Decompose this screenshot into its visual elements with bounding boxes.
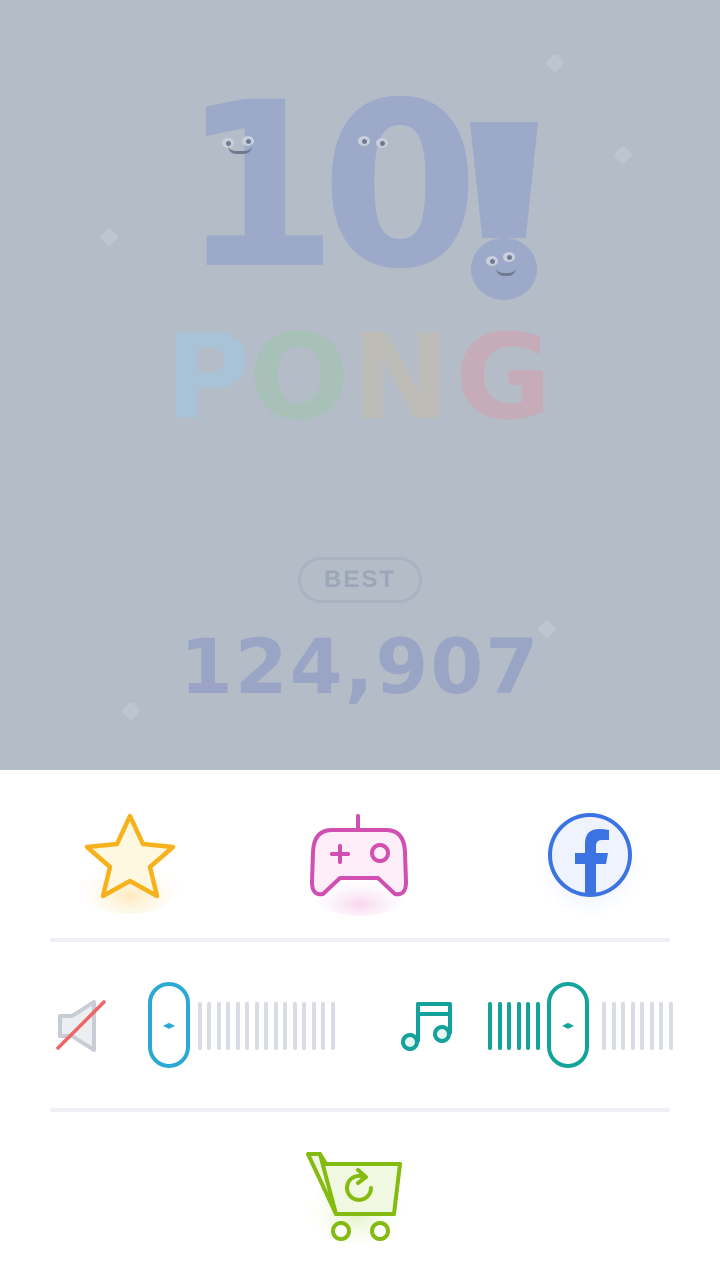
slider-tick — [507, 1002, 511, 1050]
logo-letter: G — [455, 308, 552, 446]
slider-tick — [216, 1002, 221, 1050]
slider-tick — [283, 1002, 287, 1050]
logo-exclamation-bar — [470, 122, 538, 238]
rate-button[interactable] — [72, 806, 188, 922]
slider-tick — [245, 1002, 249, 1050]
slider-tick — [602, 1002, 606, 1050]
slider-tick — [330, 1002, 335, 1050]
slider-tick — [621, 1002, 625, 1050]
slider-tick — [321, 1002, 325, 1050]
star-icon — [80, 813, 180, 914]
slider-tick — [197, 1002, 202, 1050]
slider-tick — [535, 1002, 540, 1050]
slider-tick — [526, 1002, 530, 1050]
restore-purchases-button[interactable] — [300, 1142, 410, 1252]
sound-toggle-button[interactable] — [52, 996, 112, 1056]
slider-tick — [640, 1002, 644, 1050]
settings-panel: ◂▸ ◂▸ — [0, 770, 720, 1280]
sound-volume-slider[interactable]: ◂▸ — [148, 982, 338, 1072]
shopping-cart-restore-icon — [306, 1152, 406, 1244]
best-label: BEST — [298, 557, 422, 603]
facebook-icon — [536, 808, 644, 916]
slider-tick — [273, 1002, 278, 1050]
slider-tick — [264, 1002, 268, 1050]
logo-letter: N — [351, 308, 450, 446]
face-eye — [486, 256, 498, 266]
slider-tick — [207, 1002, 211, 1050]
slider-arrows-icon: ◂▸ — [561, 1018, 575, 1032]
logo-letter: O — [249, 308, 350, 446]
slider-tick — [668, 1002, 673, 1050]
slider-tick — [311, 1002, 316, 1050]
more-games-button[interactable] — [302, 806, 418, 922]
section-divider — [50, 1108, 670, 1112]
facebook-button[interactable] — [532, 800, 648, 916]
slider-tick — [497, 1002, 502, 1050]
slider-tick — [516, 1002, 521, 1050]
game-backdrop: 10 P O N G BEST 124,907 — [0, 0, 720, 770]
slider-tick — [630, 1002, 635, 1050]
logo-number: 10 — [180, 53, 479, 319]
logo-word: P O N G — [165, 318, 565, 436]
face-eye — [376, 138, 388, 148]
music-toggle-button[interactable] — [396, 994, 460, 1058]
slider-tick — [226, 1002, 230, 1050]
slider-arrows-icon: ◂▸ — [162, 1018, 176, 1032]
music-volume-slider[interactable]: ◂▸ — [486, 982, 676, 1072]
slider-handle[interactable]: ◂▸ — [547, 982, 589, 1068]
music-note-icon — [401, 1002, 452, 1051]
logo-letter: P — [165, 308, 252, 446]
slider-handle[interactable]: ◂▸ — [148, 982, 190, 1068]
face-eye — [503, 252, 515, 262]
slider-tick — [254, 1002, 259, 1050]
slider-tick — [488, 1002, 492, 1050]
gamepad-icon — [310, 814, 408, 916]
slider-tick — [235, 1002, 240, 1050]
face-eye — [358, 136, 370, 146]
slider-tick — [611, 1002, 616, 1050]
slider-tick — [292, 1002, 297, 1050]
slider-tick — [649, 1002, 654, 1050]
speaker-muted-icon — [56, 1000, 106, 1052]
slider-tick — [302, 1002, 306, 1050]
face-eye — [242, 136, 254, 146]
section-divider — [50, 938, 670, 942]
best-score: 124,907 — [179, 622, 541, 711]
game-logo: 10 P O N G — [0, 0, 720, 470]
slider-tick — [659, 1002, 663, 1050]
